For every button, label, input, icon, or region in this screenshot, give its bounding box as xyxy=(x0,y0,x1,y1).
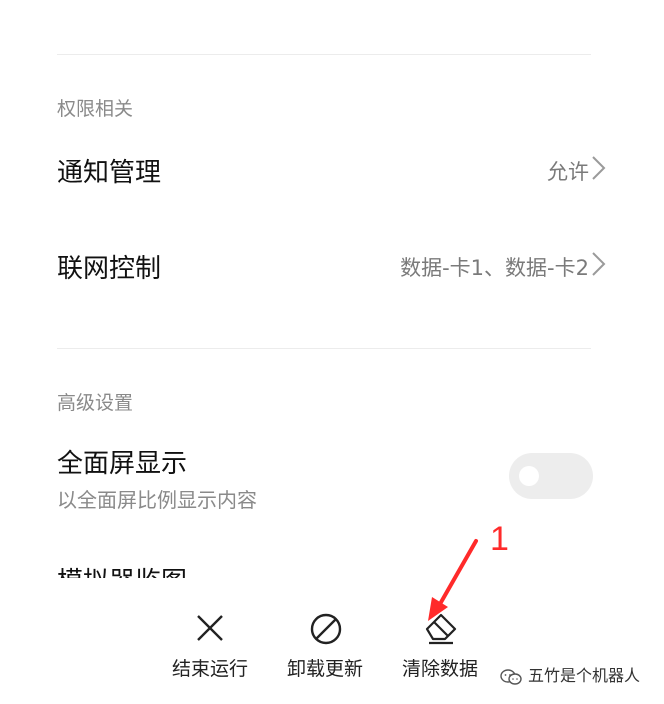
row-label: 联网控制 xyxy=(57,254,162,284)
partial-row-label: 模拟器监图 xyxy=(57,560,357,578)
section-title-permissions: 权限相关 xyxy=(57,98,134,120)
section-title-advanced: 高级设置 xyxy=(57,392,134,414)
chevron-right-icon xyxy=(592,156,606,180)
fullscreen-display-subtitle: 以全面屏比例显示内容 xyxy=(57,488,257,512)
clear-data-label: 清除数据 xyxy=(401,658,478,680)
annotation-number: 1 xyxy=(490,520,509,558)
watermark-text: 五竹是个机器人 xyxy=(528,666,641,685)
stop-running-button[interactable]: 结束运行 xyxy=(155,590,265,690)
prohibit-icon xyxy=(310,613,342,645)
uninstall-updates-label: 卸载更新 xyxy=(286,658,363,680)
wechat-icon xyxy=(500,668,522,685)
uninstall-updates-button[interactable]: 卸载更新 xyxy=(270,590,380,690)
top-divider xyxy=(57,54,591,55)
stop-running-label: 结束运行 xyxy=(171,658,248,680)
fullscreen-toggle[interactable] xyxy=(509,453,593,499)
chevron-right-icon xyxy=(592,252,606,276)
bottom-action-bar: 结束运行 卸载更新 清除数据 xyxy=(0,590,664,704)
fullscreen-display-label: 全面屏显示 xyxy=(57,449,188,479)
watermark: 五竹是个机器人 xyxy=(500,662,640,686)
close-icon xyxy=(197,615,223,641)
section-divider xyxy=(57,348,591,349)
annotation-arrow xyxy=(428,539,478,621)
row-label: 通知管理 xyxy=(57,158,162,188)
row-value: 数据-卡1、数据-卡2 xyxy=(400,256,589,280)
toggle-knob xyxy=(519,466,539,486)
row-value: 允许 xyxy=(547,160,589,184)
